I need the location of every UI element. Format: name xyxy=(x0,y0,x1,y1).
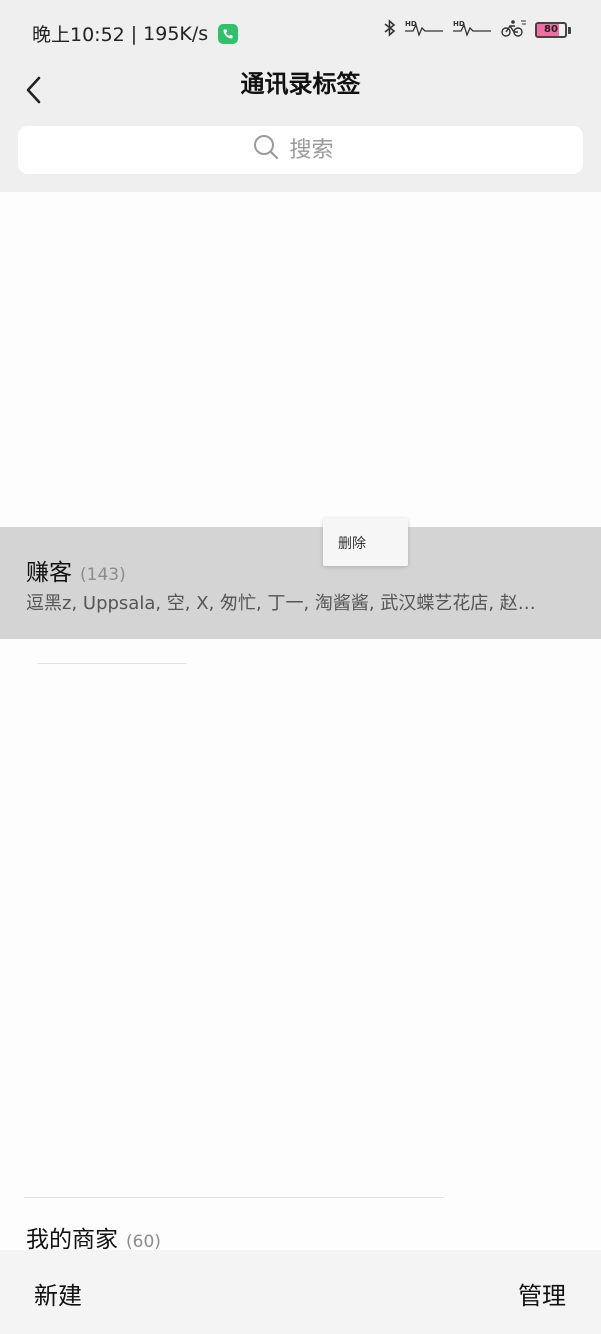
cycling-icon xyxy=(501,18,527,42)
divider xyxy=(37,663,187,664)
status-left: 晚上10:52 | 195K/s xyxy=(32,20,239,47)
tag-name: 我的商家 xyxy=(26,1227,118,1253)
hd-signal-icon: HD xyxy=(405,19,445,41)
tag-item-my-merchants[interactable]: 我的商家 (60) xyxy=(0,1200,601,1253)
delete-menu-item[interactable]: 删除 xyxy=(338,533,366,553)
tag-count: (60) xyxy=(126,1232,161,1252)
battery-icon: 80 xyxy=(535,22,567,38)
net-speed: 195K/s xyxy=(143,22,209,45)
tag-count: (143) xyxy=(80,565,126,585)
battery-level: 80 xyxy=(544,24,558,35)
search-box[interactable] xyxy=(18,126,583,174)
search-icon xyxy=(252,133,280,167)
bluetooth-icon xyxy=(383,19,397,41)
page-title: 通讯录标签 xyxy=(240,70,361,98)
context-menu: 删除 xyxy=(323,518,408,566)
nav-bar: 通讯录标签 xyxy=(0,62,601,126)
divider xyxy=(24,1197,444,1198)
search-input[interactable] xyxy=(289,137,350,163)
status-right: HD HD 80 xyxy=(383,18,571,42)
tag-name-row: 我的商家 (60) xyxy=(26,1220,161,1254)
status-bar: 晚上10:52 | 195K/s HD HD 80 xyxy=(0,0,601,62)
tag-name-row: 赚客 (143) xyxy=(26,553,126,587)
tag-members: 逗黑z, Uppsala, 空, X, 匆忙, 丁一, 淘酱酱, 武汉蝶艺花店,… xyxy=(26,593,536,614)
tag-item-zhuanke[interactable]: 赚客 (143) 逗黑z, Uppsala, 空, X, 匆忙, 丁一, 淘酱酱… xyxy=(0,527,601,639)
tag-name: 赚客 xyxy=(26,560,72,586)
phone-call-icon xyxy=(218,23,239,44)
battery-tip xyxy=(568,26,571,34)
bottom-bar: 新建 管理 xyxy=(0,1250,601,1334)
manage-button[interactable]: 管理 xyxy=(518,1276,566,1311)
search-area xyxy=(0,126,601,192)
new-tag-button[interactable]: 新建 xyxy=(34,1276,82,1311)
status-separator: | xyxy=(130,22,138,45)
status-time: 晚上10:52 xyxy=(32,24,125,46)
hd-signal-icon-2: HD xyxy=(453,19,493,41)
